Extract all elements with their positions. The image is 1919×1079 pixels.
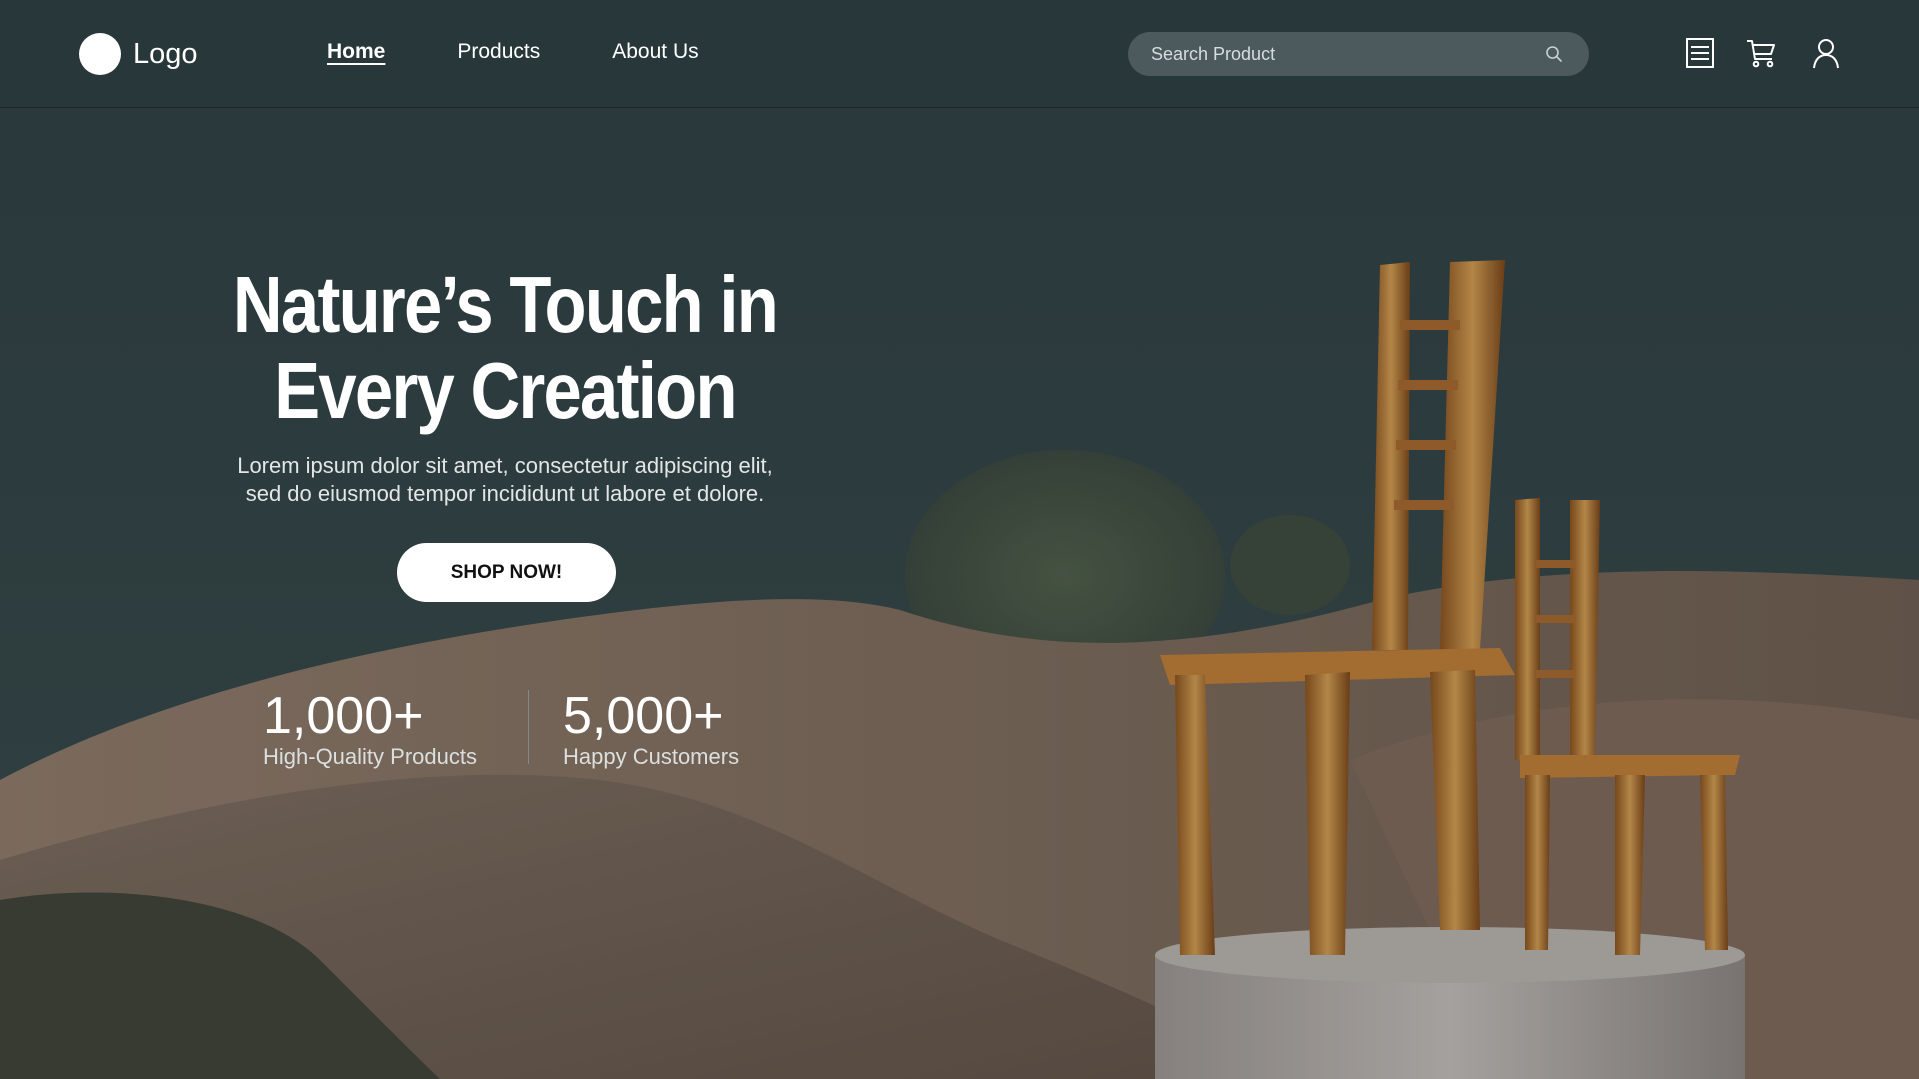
user-icon[interactable]	[1809, 36, 1843, 70]
logo[interactable]: Logo	[79, 33, 198, 75]
menu-list-icon[interactable]	[1683, 36, 1717, 70]
stat-customers-label: Happy Customers	[563, 744, 740, 769]
search-icon[interactable]	[1545, 45, 1563, 63]
stats-divider	[528, 690, 529, 764]
stat-customers: 5,000+ Happy Customers	[563, 688, 739, 770]
stat-products-label: High-Quality Products	[263, 744, 477, 769]
hero-title-line-1: Nature’s Touch in	[232, 260, 779, 349]
nav-item-home[interactable]: Home	[327, 40, 385, 64]
search-bar	[1128, 32, 1589, 76]
search-input[interactable]	[1149, 42, 1533, 66]
nav-item-about-us[interactable]: About Us	[612, 40, 698, 64]
hero-subtitle-line-2: sed do eiusmod tempor incididunt ut labo…	[245, 481, 765, 506]
stat-products-value: 1,000+	[263, 687, 424, 745]
hero-title: Nature’s Touch in Every Creation	[226, 262, 785, 434]
hero-background-image	[0, 0, 1919, 1079]
logo-text: Logo	[133, 37, 198, 70]
shop-now-button[interactable]: SHOP NOW!	[397, 543, 616, 602]
hero-subtitle: Lorem ipsum dolor sit amet, consectetur …	[200, 452, 810, 508]
cart-icon[interactable]	[1744, 36, 1778, 70]
stat-products: 1,000+ High-Quality Products	[263, 688, 477, 770]
top-navigation-bar: Logo Home Products About Us	[0, 0, 1919, 108]
hero-title-line-2: Every Creation	[274, 346, 737, 435]
stat-customers-value: 5,000+	[563, 687, 724, 745]
logo-mark	[79, 33, 121, 75]
main-nav: Home Products About Us	[327, 40, 771, 64]
nav-item-products[interactable]: Products	[457, 40, 540, 64]
hero-subtitle-line-1: Lorem ipsum dolor sit amet, consectetur …	[237, 453, 773, 478]
